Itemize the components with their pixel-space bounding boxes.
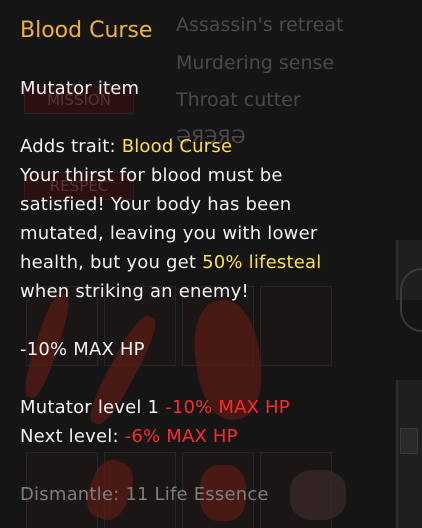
item-category: Mutator item <box>20 78 140 99</box>
next-level-label: Next level: <box>20 426 125 447</box>
mutator-level-value: -10% MAX HP <box>165 397 290 418</box>
side-panel-edge <box>396 380 422 528</box>
description-line: health, but you get 50% lifesteal <box>20 252 321 273</box>
item-title: Blood Curse <box>20 18 153 43</box>
next-level-value: -6% MAX HP <box>124 426 238 447</box>
skill-list-item[interactable]: Throat cutter <box>176 89 301 111</box>
game-screen: Assassin's retreat Murdering sense Throa… <box>0 0 422 528</box>
description-text: health, but you get <box>20 252 203 273</box>
mutator-level-label: Mutator level 1 <box>20 397 166 418</box>
description-line: satisfied! Your body has been <box>20 194 292 215</box>
stat-modifier: -10% MAX HP <box>20 339 145 360</box>
lifesteal-highlight: 50% lifesteal <box>202 252 322 273</box>
inventory-slot[interactable] <box>260 286 332 366</box>
description-line: when striking an enemy! <box>20 281 249 302</box>
trait-prefix: Adds trait: <box>20 136 122 157</box>
description-line: mutated, leaving you with lower <box>20 223 318 244</box>
skill-list-item[interactable]: Murdering sense <box>176 52 334 74</box>
trait-line: Adds trait: Blood Curse <box>20 136 232 157</box>
description-line: Your thirst for blood must be <box>20 165 283 186</box>
skill-list-item[interactable]: Assassin's retreat <box>176 14 343 36</box>
mutator-item-icon <box>290 470 346 520</box>
dismantle-info: Dismantle: 11 Life Essence <box>20 484 269 505</box>
trait-name: Blood Curse <box>121 136 233 157</box>
next-level-line: Next level: -6% MAX HP <box>20 426 238 447</box>
side-ring-icon[interactable] <box>400 268 422 332</box>
side-slot-icon[interactable] <box>400 428 418 454</box>
mutator-level-line: Mutator level 1 -10% MAX HP <box>20 397 290 418</box>
